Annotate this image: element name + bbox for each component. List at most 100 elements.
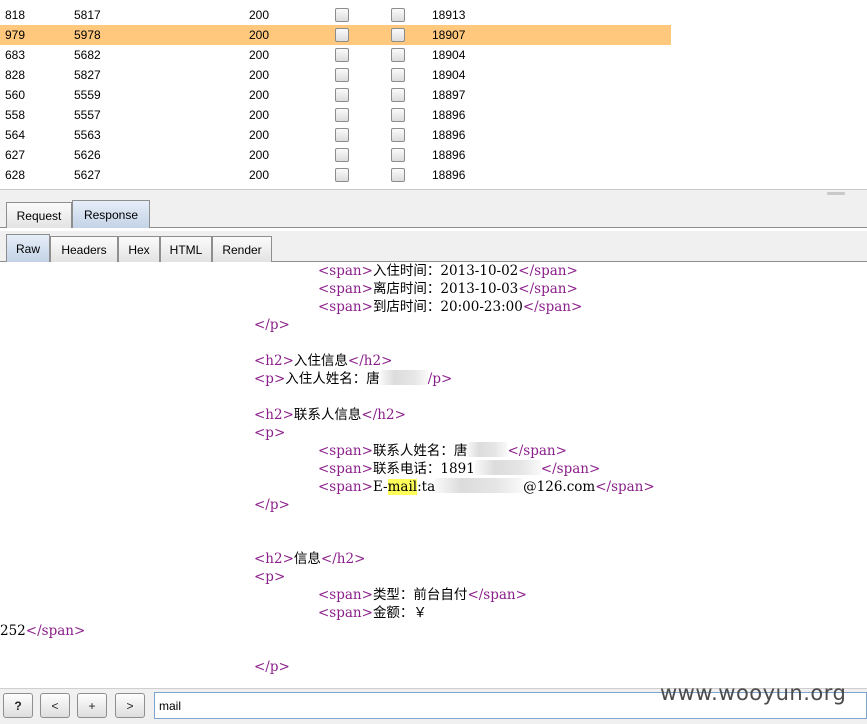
length-cell: 18896 bbox=[432, 128, 466, 142]
message-tabbar: Request Response bbox=[0, 198, 867, 228]
payload-cell: 5559 bbox=[74, 88, 101, 102]
splitter-handle[interactable] bbox=[827, 192, 845, 195]
tab-hex[interactable]: Hex bbox=[118, 236, 160, 262]
payload-cell: 5557 bbox=[74, 108, 101, 122]
code-line: <h2>联系人信息</h2> bbox=[254, 407, 406, 423]
error-checkbox[interactable] bbox=[335, 128, 349, 142]
next-match-button[interactable]: > bbox=[115, 693, 145, 718]
code-line: </p> bbox=[254, 659, 290, 675]
redaction-blur bbox=[474, 460, 541, 475]
code-line: <h2>信息</h2> bbox=[254, 551, 366, 567]
error-checkbox[interactable] bbox=[335, 108, 349, 122]
payload-cell: 5626 bbox=[74, 148, 101, 162]
length-cell: 18913 bbox=[432, 8, 466, 22]
previous-match-button[interactable]: < bbox=[40, 693, 70, 718]
table-row[interactable]: 564 5563 200 18896 bbox=[0, 125, 671, 145]
watermark: www.wooyun.org bbox=[660, 681, 847, 705]
help-button[interactable]: ? bbox=[3, 693, 33, 718]
request-cell: 564 bbox=[5, 128, 26, 142]
redaction-blur bbox=[435, 478, 524, 493]
redaction-blur bbox=[467, 442, 508, 457]
length-cell: 18907 bbox=[432, 28, 466, 42]
code-line: <p> bbox=[254, 569, 286, 585]
timeout-checkbox[interactable] bbox=[391, 108, 405, 122]
status-cell: 200 bbox=[249, 8, 270, 22]
timeout-checkbox[interactable] bbox=[391, 48, 405, 62]
table-row[interactable]: 828 5827 200 18904 bbox=[0, 65, 671, 85]
error-checkbox[interactable] bbox=[335, 48, 349, 62]
request-cell: 683 bbox=[5, 48, 26, 62]
table-row[interactable]: 818 5817 200 18913 bbox=[0, 5, 671, 25]
timeout-checkbox[interactable] bbox=[391, 148, 405, 162]
error-checkbox[interactable] bbox=[335, 68, 349, 82]
timeout-checkbox[interactable] bbox=[391, 8, 405, 22]
tab-raw[interactable]: Raw bbox=[6, 234, 50, 262]
search-match: mail bbox=[387, 479, 418, 495]
table-row[interactable]: 628 5627 200 18896 bbox=[0, 165, 671, 185]
status-cell: 200 bbox=[249, 128, 270, 142]
timeout-checkbox[interactable] bbox=[391, 68, 405, 82]
results-table: 818 5817 200 18913 979 5978 200 18907 68… bbox=[0, 0, 867, 190]
table-row[interactable]: 560 5559 200 18897 bbox=[0, 85, 671, 105]
timeout-checkbox[interactable] bbox=[391, 128, 405, 142]
add-button[interactable]: + bbox=[77, 693, 107, 718]
status-cell: 200 bbox=[249, 168, 270, 182]
length-cell: 18904 bbox=[432, 48, 466, 62]
request-cell: 627 bbox=[5, 148, 26, 162]
error-checkbox[interactable] bbox=[335, 148, 349, 162]
error-checkbox[interactable] bbox=[335, 168, 349, 182]
table-row[interactable]: 627 5626 200 18896 bbox=[0, 145, 671, 165]
tab-response[interactable]: Response bbox=[72, 200, 150, 228]
status-cell: 200 bbox=[249, 108, 270, 122]
length-cell: 18896 bbox=[432, 168, 466, 182]
payload-cell: 5827 bbox=[74, 68, 101, 82]
tab-render[interactable]: Render bbox=[212, 236, 272, 262]
status-cell: 200 bbox=[249, 88, 270, 102]
error-checkbox[interactable] bbox=[335, 88, 349, 102]
timeout-checkbox[interactable] bbox=[391, 88, 405, 102]
payload-cell: 5563 bbox=[74, 128, 101, 142]
length-cell: 18896 bbox=[432, 108, 466, 122]
redaction-blur bbox=[379, 370, 428, 385]
code-line: <span>联系人姓名：唐 </span> bbox=[318, 442, 567, 459]
code-line: </p> bbox=[254, 497, 290, 513]
payload-cell: 5682 bbox=[74, 48, 101, 62]
status-cell: 200 bbox=[249, 148, 270, 162]
status-cell: 200 bbox=[249, 48, 270, 62]
error-checkbox[interactable] bbox=[335, 8, 349, 22]
table-row[interactable]: 558 5557 200 18896 bbox=[0, 105, 671, 125]
code-line: 252</span> bbox=[0, 623, 86, 639]
table-row-selected[interactable]: 979 5978 200 18907 bbox=[0, 25, 671, 45]
status-cell: 200 bbox=[249, 28, 270, 42]
length-cell: 18897 bbox=[432, 88, 466, 102]
code-line: <span>联系电话：1891 </span> bbox=[318, 460, 601, 477]
length-cell: 18904 bbox=[432, 68, 466, 82]
request-cell: 818 bbox=[5, 8, 26, 22]
table-row[interactable]: 683 5682 200 18904 bbox=[0, 45, 671, 65]
raw-response-editor[interactable]: <span>入住时间：2013-10-02</span> <span>离店时间：… bbox=[0, 262, 867, 688]
request-cell: 828 bbox=[5, 68, 26, 82]
timeout-checkbox[interactable] bbox=[391, 168, 405, 182]
code-line: <p> bbox=[254, 425, 286, 441]
status-cell: 200 bbox=[249, 68, 270, 82]
tab-request[interactable]: Request bbox=[6, 202, 72, 228]
payload-cell: 5978 bbox=[74, 28, 101, 42]
request-cell: 979 bbox=[5, 28, 26, 42]
code-line: <span>离店时间：2013-10-03</span> bbox=[318, 281, 578, 297]
code-line: <span>入住时间：2013-10-02</span> bbox=[318, 263, 578, 279]
code-line: <span>类型：前台自付</span> bbox=[318, 587, 527, 603]
code-line: <span>金额：￥ bbox=[318, 605, 427, 621]
length-cell: 18896 bbox=[432, 148, 466, 162]
payload-cell: 5627 bbox=[74, 168, 101, 182]
tab-headers[interactable]: Headers bbox=[50, 236, 118, 262]
error-checkbox[interactable] bbox=[335, 28, 349, 42]
request-cell: 558 bbox=[5, 108, 26, 122]
code-line: <p>入住人姓名：唐/p> bbox=[254, 370, 453, 387]
request-cell: 628 bbox=[5, 168, 26, 182]
request-cell: 560 bbox=[5, 88, 26, 102]
payload-cell: 5817 bbox=[74, 8, 101, 22]
code-line: <span>E-mail:ta @126.com</span> bbox=[318, 478, 655, 495]
tab-html[interactable]: HTML bbox=[160, 236, 212, 262]
code-line: <h2>入住信息</h2> bbox=[254, 353, 393, 369]
timeout-checkbox[interactable] bbox=[391, 28, 405, 42]
